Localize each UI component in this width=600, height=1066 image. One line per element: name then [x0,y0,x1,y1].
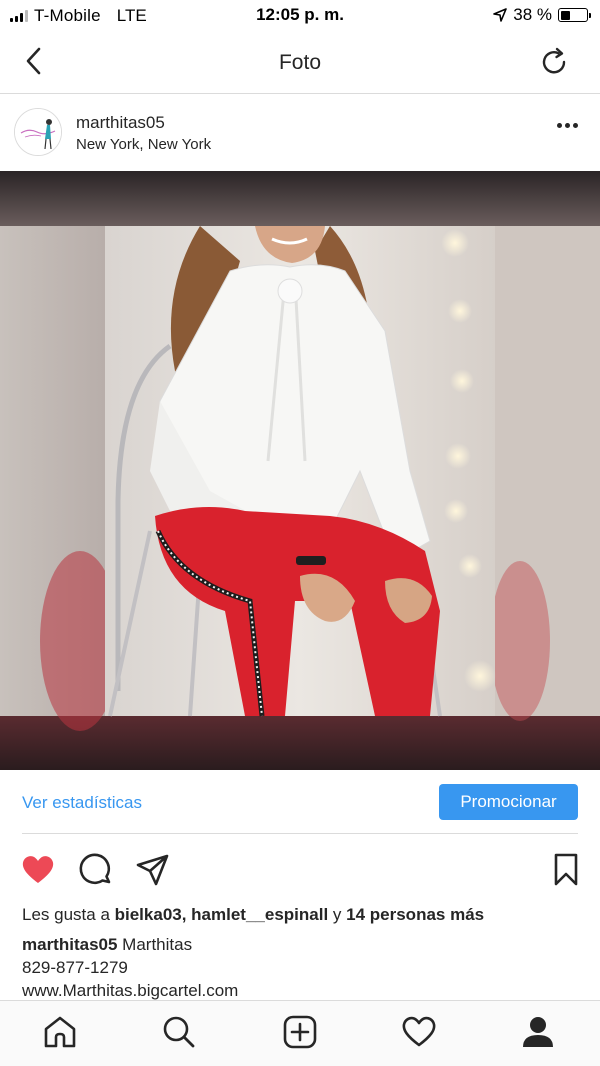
promote-button[interactable]: Promocionar [439,784,578,820]
activity-heart-icon[interactable] [401,1014,437,1050]
refresh-icon[interactable] [540,47,570,77]
avatar[interactable] [14,108,62,156]
tab-bar [0,1000,600,1066]
caption-username[interactable]: marthitas05 [22,935,117,954]
post-location[interactable]: New York, New York [76,136,211,153]
likes-summary[interactable]: Les gusta a bielka03, hamlet__espinall y… [22,905,484,925]
location-arrow-icon [493,8,508,22]
divider [22,833,578,834]
likes-prefix: Les gusta a [22,905,115,924]
battery-level [560,10,570,20]
profile-icon[interactable] [520,1014,556,1050]
add-post-icon[interactable] [282,1014,318,1050]
home-icon[interactable] [42,1014,78,1050]
nav-bar: Foto [0,32,600,94]
caption-url: www.Marthitas.bigcartel.com [22,981,239,1000]
status-bar: T-Mobile LTE 12:05 p. m. 38 % [0,0,600,32]
battery-percent: 38 % [513,5,552,24]
comment-icon[interactable] [78,852,114,888]
heart-filled-icon[interactable] [20,852,56,888]
photo-illustration [0,171,600,770]
post-username[interactable]: marthitas05 [76,113,165,133]
caption-phone: 829-877-1279 [22,958,128,977]
view-insights-link[interactable]: Ver estadísticas [22,793,142,813]
avatar-logo [15,109,61,155]
more-horizontal-icon[interactable] [557,123,578,128]
status-right: 38 % [493,5,591,25]
bookmark-icon[interactable] [548,852,584,888]
caption-text: Marthitas [122,935,193,954]
send-icon[interactable] [135,852,171,888]
search-icon[interactable] [161,1014,197,1050]
post-header: marthitas05 New York, New York [0,95,600,171]
action-bar [0,852,600,892]
likes-connector: y [328,905,347,924]
caption-line: marthitas05 Marthitas [22,933,238,956]
post-photo[interactable] [0,171,600,770]
likes-users[interactable]: bielka03, hamlet__espinall [115,905,329,924]
caption: marthitas05 Marthitas 829-877-1279 www.M… [22,933,238,1002]
page-title: Foto [278,51,322,74]
battery-icon [558,8,591,22]
likes-others[interactable]: 14 personas más [346,905,484,924]
stats-row: Ver estadísticas Promocionar [0,770,600,834]
